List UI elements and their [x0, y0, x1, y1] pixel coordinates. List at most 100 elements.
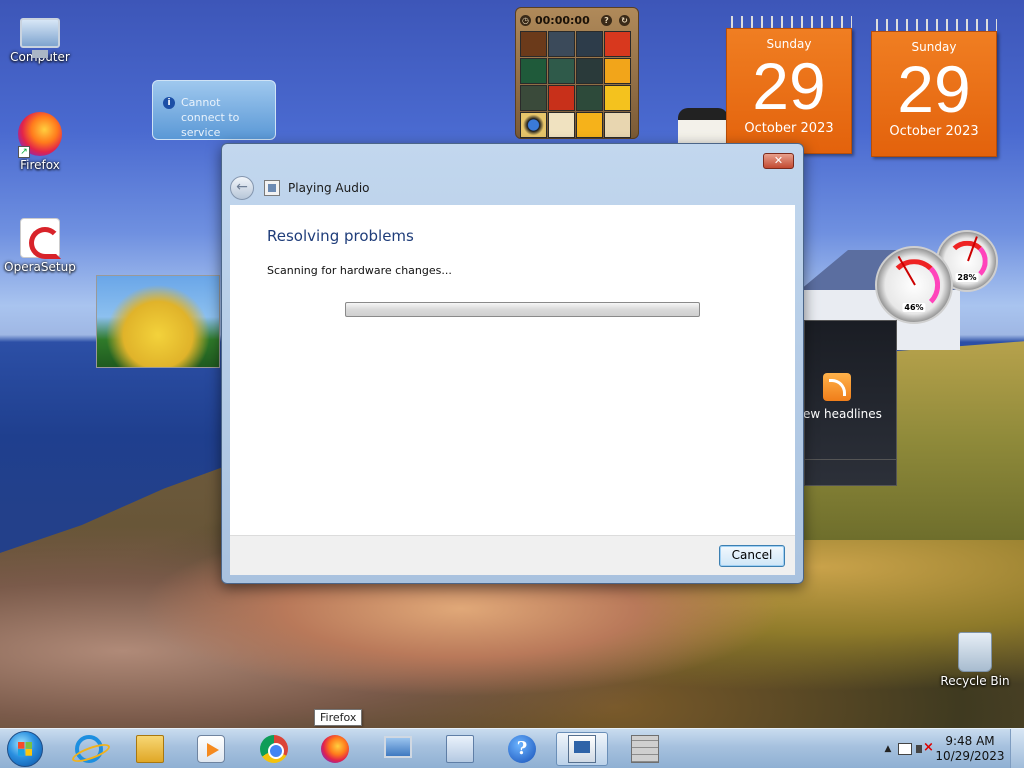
start-button[interactable]: [7, 731, 43, 767]
puzzle-toolbar: ◷ 00:00:00 ? ↻: [520, 12, 634, 28]
windows-logo-icon: [18, 742, 32, 756]
puzzle-tile[interactable]: [520, 112, 547, 138]
cpu-gauge[interactable]: 46%: [875, 246, 953, 324]
progress-bar: [345, 302, 700, 317]
taskbar-item-control-panel[interactable]: [434, 732, 486, 766]
feed-divider: [805, 459, 896, 460]
feed-label[interactable]: ew headlines: [803, 407, 882, 421]
puzzle-tile[interactable]: [548, 85, 575, 111]
help-icon: ?: [508, 735, 536, 763]
close-button[interactable]: ✕: [763, 153, 794, 169]
desktop-icon-label: Firefox: [20, 158, 60, 172]
desktop-icon-label: Recycle Bin: [940, 674, 1010, 688]
taskbar-item-media-player[interactable]: [185, 732, 237, 766]
dialog-header: ← Playing Audio: [230, 176, 795, 200]
notification-text: Cannot connect to service: [181, 96, 240, 139]
troubleshooter-dialog: ✕ ← Playing Audio Resolving problems Sca…: [221, 143, 804, 584]
taskbar-item-internet-explorer[interactable]: [63, 732, 115, 766]
taskbar-item-firefox[interactable]: [309, 732, 361, 766]
desktop-icon-operasetup[interactable]: OperaSetup: [0, 214, 80, 274]
desktop-icon-computer[interactable]: Computer: [0, 10, 80, 64]
taskbar-item-windows-explorer[interactable]: [124, 732, 176, 766]
puzzle-grid[interactable]: [520, 31, 634, 138]
back-button[interactable]: ←: [230, 176, 254, 200]
calendar-day-of-week: Sunday: [911, 40, 957, 54]
display-icon: [384, 736, 412, 758]
memory-percent: 28%: [955, 272, 979, 282]
volume-muted-icon[interactable]: [916, 740, 934, 757]
clock-icon[interactable]: ◷: [520, 14, 531, 26]
firefox-icon: ↗: [18, 112, 62, 158]
firefox-icon: [321, 735, 349, 763]
puzzle-tile[interactable]: [576, 31, 603, 57]
puzzle-tile[interactable]: [576, 112, 603, 138]
puzzle-tile[interactable]: [520, 58, 547, 84]
taskbar-item-help[interactable]: ?: [496, 732, 548, 766]
back-arrow-icon: ←: [236, 179, 248, 195]
desktop-icon-firefox[interactable]: ↗ Firefox: [0, 112, 80, 172]
taskbar-tooltip: Firefox: [314, 709, 363, 726]
puzzle-tile[interactable]: [604, 85, 631, 111]
slideshow-gadget[interactable]: [96, 275, 220, 368]
puzzle-tile[interactable]: [576, 58, 603, 84]
taskbar-item-display[interactable]: [372, 732, 424, 766]
puzzle-tile[interactable]: [604, 31, 631, 57]
recycle-bin-icon: [958, 632, 992, 672]
troubleshooting-icon: [568, 735, 596, 763]
calendar-rings: [726, 16, 852, 28]
computer-icon: [20, 18, 60, 58]
calendar-month-year: October 2023: [889, 124, 979, 139]
dialog-title: Playing Audio: [288, 181, 370, 195]
calendar-day-of-week: Sunday: [766, 37, 812, 51]
puzzle-tile[interactable]: [520, 31, 547, 57]
calendar-gadget[interactable]: Sunday 29 October 2023: [726, 16, 852, 154]
status-text: Scanning for hardware changes...: [267, 264, 452, 277]
calendar-rings: [871, 19, 997, 31]
dialog-footer: Cancel: [230, 535, 795, 575]
desktop-icon-recycle-bin[interactable]: Recycle Bin: [935, 632, 1015, 688]
puzzle-tile[interactable]: [548, 112, 575, 138]
media-player-icon: [197, 735, 225, 763]
system-tray: ▲ 9:48 AM 10/29/2023: [882, 729, 1024, 768]
cancel-button[interactable]: Cancel: [719, 545, 785, 567]
cpu-percent: 46%: [902, 302, 926, 312]
calendar-day: 29: [752, 49, 826, 123]
shuffle-icon[interactable]: ↻: [619, 14, 630, 26]
puzzle-tile[interactable]: [604, 58, 631, 84]
dialog-content: Resolving problems Scanning for hardware…: [230, 205, 795, 535]
help-icon[interactable]: ?: [601, 14, 612, 26]
show-desktop-button[interactable]: [1010, 729, 1024, 768]
feed-headlines-gadget[interactable]: ew headlines: [803, 320, 897, 486]
chrome-icon: [260, 735, 288, 763]
rss-icon: [823, 373, 851, 401]
network-icon[interactable]: [898, 743, 912, 755]
puzzle-tile[interactable]: [548, 31, 575, 57]
calendar-page: Sunday 29 October 2023: [726, 28, 852, 154]
puzzle-tile[interactable]: [520, 85, 547, 111]
folder-icon: [136, 735, 164, 763]
puzzle-tile[interactable]: [548, 58, 575, 84]
taskbar-item-troubleshooting[interactable]: [556, 732, 608, 766]
notification-gadget[interactable]: i Cannot connect to service: [152, 80, 276, 140]
taskbar-item-chrome[interactable]: [248, 732, 300, 766]
shortcut-arrow-icon: ↗: [18, 146, 30, 158]
opera-icon: [20, 218, 61, 259]
clock-time: 9:48 AM: [945, 734, 995, 748]
control-panel-icon: [446, 735, 474, 763]
page-heading: Resolving problems: [267, 227, 414, 245]
show-hidden-icons-button[interactable]: ▲: [882, 744, 894, 754]
calendar-page: Sunday 29 October 2023: [871, 31, 997, 157]
wallpaper-lighthouse: [678, 108, 728, 148]
internet-explorer-icon: [75, 735, 103, 763]
clock-date: 10/29/2023: [935, 749, 1005, 763]
taskbar: ? ▲ 9:48 AM 10/29/2023: [0, 728, 1024, 768]
puzzle-timer: 00:00:00: [535, 13, 590, 27]
puzzle-tile[interactable]: [576, 85, 603, 111]
calendar-day: 29: [897, 52, 971, 126]
taskbar-item-firewall[interactable]: [619, 732, 671, 766]
picture-puzzle-gadget[interactable]: ◷ 00:00:00 ? ↻: [515, 7, 639, 139]
firewall-icon: [631, 735, 659, 763]
calendar-gadget[interactable]: Sunday 29 October 2023: [871, 19, 997, 157]
puzzle-tile[interactable]: [604, 112, 631, 138]
clock[interactable]: 9:48 AM 10/29/2023: [934, 734, 1006, 764]
